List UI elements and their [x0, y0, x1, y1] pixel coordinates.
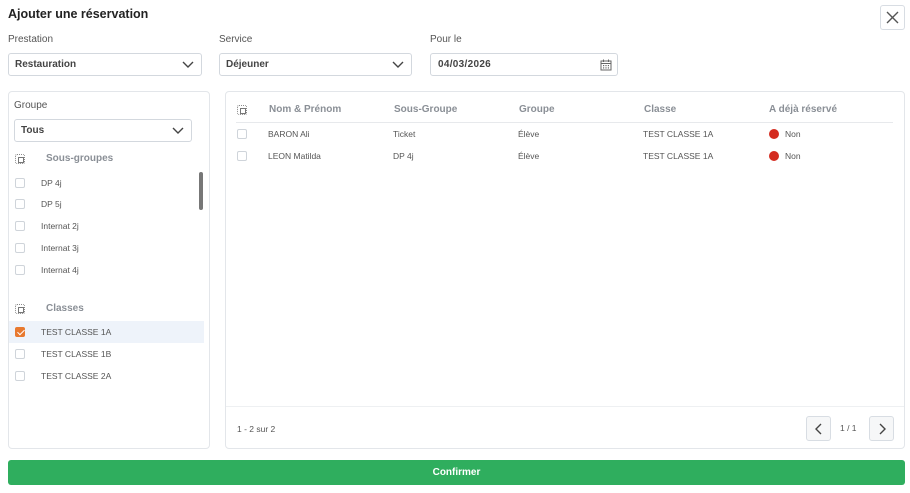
classes-title: Classes — [46, 303, 84, 314]
checkbox[interactable] — [15, 349, 25, 359]
class-item[interactable]: TEST CLASSE 2A — [9, 365, 204, 387]
filter-panel: Groupe Tous Sous-groupes DP 4j DP 5j Int… — [8, 91, 210, 449]
sousgroupe-label: DP 5j — [41, 199, 62, 209]
sousgroupe-item[interactable]: Internat 4j — [9, 259, 204, 281]
row-checkbox[interactable] — [237, 129, 247, 139]
sousgroupe-item[interactable]: DP 4j — [9, 172, 204, 194]
checkbox[interactable] — [15, 243, 25, 253]
cell-classe: TEST CLASSE 1A — [643, 129, 714, 139]
date-field[interactable]: 04/03/2026 — [430, 53, 618, 76]
cell-sousgroupe: DP 4j — [393, 151, 414, 161]
confirm-button[interactable]: Confirmer — [8, 460, 905, 485]
cell-sousgroupe: Ticket — [393, 129, 416, 139]
sousgroupes-select-all-checkbox[interactable] — [15, 154, 25, 164]
cell-classe: TEST CLASSE 1A — [643, 151, 714, 161]
cell-name: BARON Ali — [268, 129, 310, 139]
service-value: Déjeuner — [226, 59, 269, 70]
service-label: Service — [219, 34, 253, 45]
close-button[interactable] — [880, 5, 905, 30]
class-label: TEST CLASSE 1A — [41, 327, 112, 337]
column-header-reserve[interactable]: A déjà réservé — [769, 104, 837, 115]
sousgroupe-label: Internat 2j — [41, 221, 79, 231]
previous-page-button[interactable] — [806, 416, 831, 441]
class-item[interactable]: TEST CLASSE 1A — [9, 321, 204, 343]
date-value: 04/03/2026 — [438, 59, 492, 70]
checkbox[interactable] — [15, 221, 25, 231]
chevron-left-icon — [814, 423, 821, 434]
checkbox[interactable] — [15, 199, 25, 209]
cell-name: LEON Matilda — [268, 151, 321, 161]
sousgroupe-item[interactable]: Internat 2j — [9, 215, 204, 237]
sousgroupe-label: Internat 3j — [41, 243, 79, 253]
calendar-icon[interactable] — [600, 59, 612, 71]
chevron-down-icon — [172, 127, 184, 134]
prestation-value: Restauration — [15, 59, 77, 70]
column-header-name[interactable]: Nom & Prénom — [269, 104, 341, 115]
chevron-down-icon — [392, 61, 404, 68]
close-icon — [886, 11, 899, 24]
pagination-info: 1 - 2 sur 2 — [237, 424, 276, 434]
column-header-groupe[interactable]: Groupe — [519, 104, 555, 115]
row-checkbox[interactable] — [237, 151, 247, 161]
prestation-label: Prestation — [8, 34, 54, 45]
dialog-title: Ajouter une réservation — [8, 7, 149, 21]
column-header-classe[interactable]: Classe — [644, 104, 676, 115]
cell-reserve: Non — [785, 151, 801, 161]
service-select[interactable]: Déjeuner — [219, 53, 412, 76]
chevron-down-icon — [182, 61, 194, 68]
cell-reserve: Non — [785, 129, 801, 139]
classes-select-all-checkbox[interactable] — [15, 304, 25, 314]
checkbox[interactable] — [15, 371, 25, 381]
next-page-button[interactable] — [869, 416, 894, 441]
class-label: TEST CLASSE 1B — [41, 349, 112, 359]
cell-groupe: Élève — [518, 129, 540, 139]
chevron-right-icon — [879, 423, 886, 434]
class-item[interactable]: TEST CLASSE 1B — [9, 343, 204, 365]
checkbox[interactable] — [15, 178, 25, 188]
status-dot-icon — [769, 129, 779, 139]
cell-groupe: Élève — [518, 151, 540, 161]
footer-divider — [226, 406, 904, 407]
groupe-label: Groupe — [14, 100, 48, 111]
select-all-checkbox[interactable] — [237, 105, 247, 115]
column-header-sousgroupe[interactable]: Sous-Groupe — [394, 104, 457, 115]
students-table-panel: Nom & Prénom Sous-Groupe Groupe Classe A… — [225, 91, 905, 449]
sousgroupe-item[interactable]: DP 5j — [9, 193, 204, 215]
scrollbar-thumb[interactable] — [199, 172, 203, 210]
date-label: Pour le — [430, 34, 462, 45]
checkbox[interactable] — [15, 265, 25, 275]
page-indicator: 1 / 1 — [840, 423, 857, 433]
sousgroupe-item[interactable]: Internat 3j — [9, 237, 204, 259]
groupe-select[interactable]: Tous — [14, 119, 192, 142]
sousgroupe-label: Internat 4j — [41, 265, 79, 275]
prestation-select[interactable]: Restauration — [8, 53, 202, 76]
header-divider — [236, 122, 893, 123]
checkbox[interactable] — [15, 327, 25, 337]
sousgroupes-title: Sous-groupes — [46, 153, 114, 164]
class-label: TEST CLASSE 2A — [41, 371, 112, 381]
status-dot-icon — [769, 151, 779, 161]
groupe-value: Tous — [21, 125, 45, 136]
sousgroupe-label: DP 4j — [41, 178, 62, 188]
